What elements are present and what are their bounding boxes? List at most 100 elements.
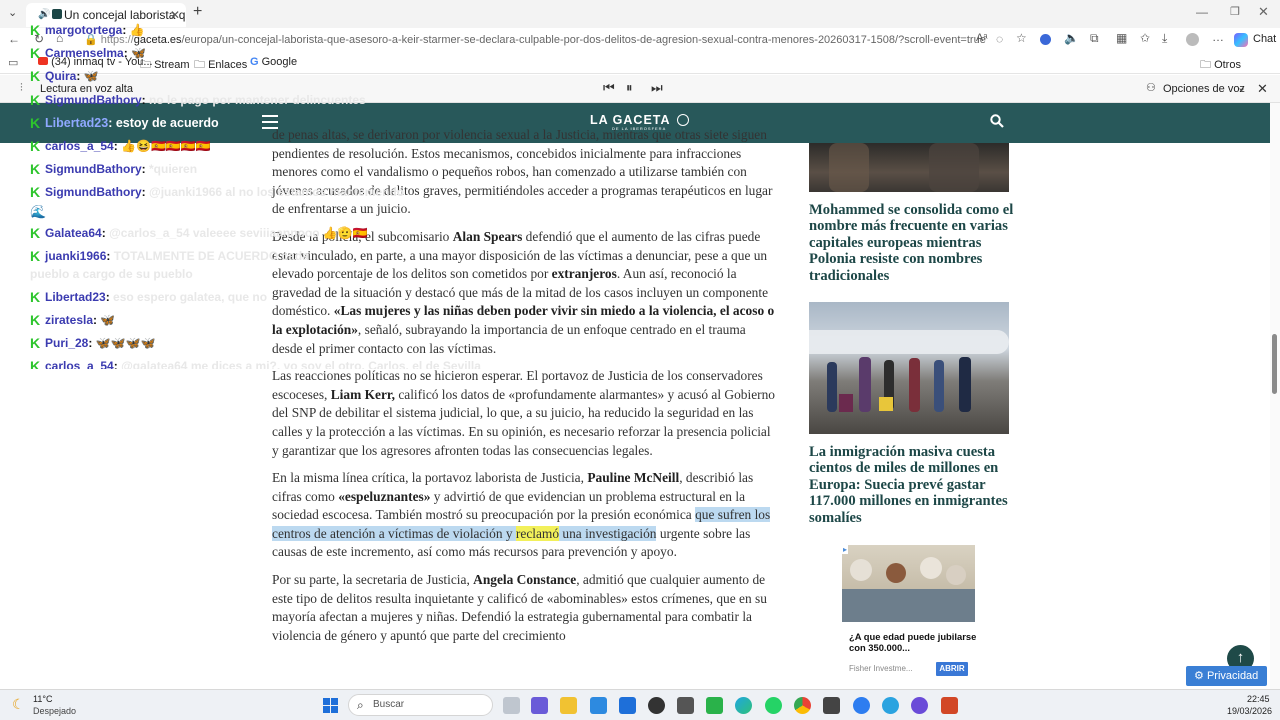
minimize-icon[interactable]: —	[1196, 5, 1208, 19]
chat-message: Kmargotortega: 👍	[30, 22, 145, 38]
story-2-headline[interactable]: La inmigración masiva cuesta cientos de …	[809, 444, 1019, 526]
ad-open-button[interactable]: ABRIR	[936, 662, 968, 676]
search-icon[interactable]	[990, 114, 1004, 128]
chat-text: eso espero galatea, que no	[113, 290, 268, 304]
page-scrollbar-thumb[interactable]	[1272, 334, 1277, 394]
folder-icon: 🗀	[1200, 59, 1211, 71]
close-read-aloud-icon[interactable]: ✕	[1257, 81, 1268, 97]
chat-text: 🦋	[100, 313, 116, 327]
store-icon[interactable]	[590, 697, 607, 714]
ad-choices-icon[interactable]: ▸	[842, 545, 849, 554]
site-favicon	[52, 9, 62, 19]
weather-condition[interactable]: Despejado	[33, 706, 76, 716]
read-aloud-icon[interactable]: Aᵃ	[976, 32, 987, 44]
url-field[interactable]: 🔒 https://gaceta.es/europa/un-concejal-l…	[84, 31, 1232, 49]
ad-title[interactable]: ¿A que edad puede jubilarse con 350.000.…	[849, 631, 979, 653]
story-2-image[interactable]	[809, 302, 1009, 434]
chat-username: SigmundBathory	[45, 185, 142, 199]
copilot-icon[interactable]	[1234, 33, 1248, 47]
kick-icon: K	[30, 22, 41, 38]
restore-icon[interactable]: ❐	[1230, 5, 1240, 18]
file-explorer-icon[interactable]	[560, 697, 577, 714]
kick-icon: K	[30, 115, 41, 131]
bookmark-label: Google	[261, 56, 298, 68]
voice-options-icon[interactable]: ⚇	[1146, 81, 1156, 94]
pause-icon[interactable]: ⏸	[626, 80, 633, 96]
article-paragraph: de penas altas, se derivaron por violenc…	[272, 126, 778, 219]
chat-text: 🦋🦋🦋🦋	[95, 336, 156, 350]
favorite-star-icon[interactable]: ☆	[1016, 31, 1027, 45]
article-paragraph: En la misma línea crítica, la portavoz l…	[272, 469, 778, 562]
bookmark-google[interactable]: G Google	[250, 56, 297, 68]
close-tab-icon[interactable]: ✕	[170, 3, 180, 27]
clock-time[interactable]: 22:45	[1247, 694, 1270, 704]
weather-temperature[interactable]: 11°C	[33, 694, 52, 704]
folder-icon: 🗀	[194, 59, 205, 71]
tab-title: Un concejal laborista que ase	[64, 8, 186, 22]
new-tab-icon[interactable]: +	[193, 3, 202, 21]
favorites-icon[interactable]: ✩	[1140, 31, 1150, 45]
person-name: Alan Spears	[452, 228, 523, 244]
chat-username: juanki1966	[45, 249, 107, 263]
chat-button[interactable]: Chat	[1253, 33, 1276, 45]
edge-icon[interactable]	[735, 697, 752, 714]
profile-avatar[interactable]	[1186, 33, 1199, 46]
reading-list-icon[interactable]: ▭	[8, 56, 18, 69]
more-icon[interactable]: …	[1212, 30, 1224, 44]
whatsapp-icon[interactable]	[765, 697, 782, 714]
extensions-icon[interactable]: ⧉	[1090, 31, 1099, 46]
kick-icon: K	[30, 358, 41, 369]
bookmark-stream[interactable]: 🗀 Stream	[140, 56, 190, 75]
mail-icon[interactable]	[619, 697, 636, 714]
split-screen-icon[interactable]: ▦	[1116, 31, 1127, 45]
ad-image[interactable]: ▸	[842, 545, 975, 622]
clock-date[interactable]: 19/03/2026	[1227, 706, 1272, 716]
bookmark-label: Stream	[154, 59, 190, 71]
taskbar-search-box[interactable]: ⌕ Buscar	[348, 694, 493, 716]
kick-icon: K	[30, 92, 41, 108]
story-1-image[interactable]	[809, 143, 1009, 192]
address-toolbar: ← ↻ ⌂ 🔒 https://gaceta.es/europa/un-conc…	[0, 28, 1280, 52]
privacy-label: Privacidad	[1206, 670, 1259, 682]
chat-text: *quieren	[149, 162, 198, 176]
story-1-headline[interactable]: Mohammed se consolida como el nombre más…	[809, 202, 1019, 284]
chrome-icon[interactable]	[794, 697, 811, 714]
paragraph-text: de penas altas, se derivaron por violenc…	[272, 127, 773, 217]
chat-message: K SigmundBathory: @juanki1966 al no los e…	[30, 184, 405, 200]
chat-message: Kcarlos_a_54: @galatea64 me dices a mi?,…	[30, 357, 481, 369]
app-icon[interactable]	[911, 697, 928, 714]
tab-list-icon[interactable]: ⌄	[8, 6, 17, 19]
powerpoint-icon[interactable]	[941, 697, 958, 714]
obs-icon[interactable]	[648, 697, 665, 714]
windows-start-icon[interactable]	[323, 698, 339, 714]
chat-username: margotortega	[45, 23, 123, 37]
chat-text: estoy de acuerdo	[115, 116, 219, 130]
text-run: En la misma línea crítica, la portavoz l…	[272, 470, 588, 486]
back-icon[interactable]: ←	[8, 32, 20, 46]
translate-icon[interactable]: ◌	[996, 32, 1003, 46]
ad-sponsor: Fisher Investme...	[849, 664, 913, 673]
app-icon[interactable]	[823, 697, 840, 714]
close-window-icon[interactable]: ✕	[1258, 4, 1269, 20]
bookmark-enlaces[interactable]: 🗀 Enlaces	[194, 56, 247, 75]
volume-icon[interactable]: 🔈	[1064, 31, 1079, 45]
telegram-icon[interactable]	[882, 697, 899, 714]
download-icon[interactable]: ⤓	[1162, 31, 1167, 46]
page-scrollbar[interactable]	[1270, 103, 1280, 689]
extension-icon[interactable]	[1040, 34, 1051, 45]
article-paragraph: Las reacciones políticas no se hicieron …	[272, 367, 778, 460]
article-body: de penas altas, se derivaron por violenc…	[272, 126, 778, 654]
voice-options-button[interactable]: Opciones de voz	[1163, 83, 1245, 95]
moon-weather-icon[interactable]: ☾	[12, 696, 25, 713]
teams-icon[interactable]	[531, 697, 548, 714]
task-view-icon[interactable]	[503, 697, 520, 714]
previous-icon[interactable]: ⏮	[603, 80, 615, 96]
app-icon[interactable]	[853, 697, 870, 714]
chevron-down-icon[interactable]: ⌄	[1237, 81, 1246, 94]
logo-text: LA GACETA	[590, 113, 671, 127]
privacy-button[interactable]: ⚙ Privacidad	[1186, 666, 1267, 686]
next-icon[interactable]: ⏭	[651, 80, 663, 96]
app-icon[interactable]	[677, 697, 694, 714]
kick-app-icon[interactable]	[706, 697, 723, 714]
chat-message: K Libertad23: eso espero galatea, que no	[30, 289, 268, 305]
